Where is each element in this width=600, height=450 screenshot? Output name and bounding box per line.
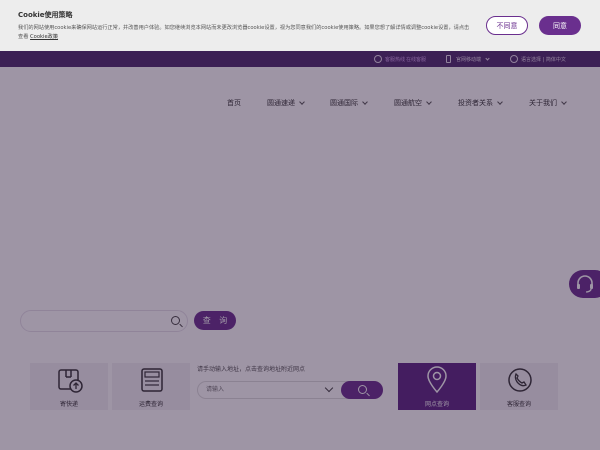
cookie-text: 我们的网站使用cookie来确保网站运行正常，并改善用户体验。如您继续浏览本网站… xyxy=(18,25,470,40)
accept-button[interactable]: 同意 xyxy=(539,16,581,35)
cookie-banner: Cookie使用策略 我们的网站使用cookie来确保网站运行正常，并改善用户体… xyxy=(0,0,600,51)
modal-overlay xyxy=(0,0,600,450)
decline-button[interactable]: 不同意 xyxy=(486,16,528,35)
cookie-title: Cookie使用策略 xyxy=(18,11,73,19)
cookie-policy-link[interactable]: Cookie政策 xyxy=(30,34,58,40)
